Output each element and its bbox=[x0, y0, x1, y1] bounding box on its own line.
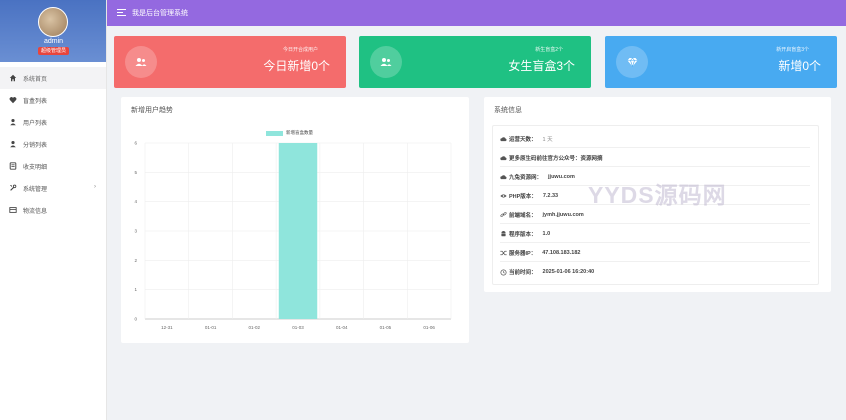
stat-value: 新增0个 bbox=[778, 59, 821, 73]
bar bbox=[278, 143, 318, 319]
sidebar-item-logistics[interactable]: 物流信息 bbox=[0, 199, 106, 221]
stat-subtitle: 今日开合成用户 bbox=[282, 47, 318, 53]
sidebar-item-home[interactable]: 系统首页 bbox=[0, 67, 106, 89]
sidebar-item-income-details[interactable]: 收支明细 bbox=[0, 155, 106, 177]
sidebar-item-label: 用户列表 bbox=[23, 120, 48, 127]
y-tick-label: 4 bbox=[134, 199, 137, 204]
sidebar-item-label: 分销列表 bbox=[23, 142, 48, 149]
sidebar-item-label: 物流信息 bbox=[23, 208, 48, 215]
x-tick-label: 12-31 bbox=[161, 325, 173, 330]
user-icon bbox=[9, 118, 17, 126]
role-badge: 超级管理员 bbox=[38, 47, 69, 55]
shuffle-icon bbox=[500, 249, 507, 256]
user-icon bbox=[9, 140, 17, 148]
android-icon bbox=[500, 230, 507, 237]
info-row-program-version: 程序版本： 1.0 bbox=[500, 225, 810, 243]
diamond-icon bbox=[616, 46, 648, 78]
chevron-right-icon: › bbox=[94, 184, 96, 190]
sidebar-item-system-management[interactable]: 系统管理 › bbox=[0, 177, 106, 199]
receipt-icon bbox=[9, 162, 17, 170]
cloud-icon bbox=[500, 173, 507, 180]
users-icon bbox=[125, 46, 157, 78]
y-tick-label: 6 bbox=[134, 141, 137, 146]
profile-area: admin 超级管理员 bbox=[0, 0, 106, 62]
y-tick-label: 0 bbox=[134, 317, 137, 322]
menu-toggle-icon[interactable] bbox=[117, 8, 126, 18]
link-icon bbox=[500, 211, 507, 218]
sidebar: admin 超级管理员 系统首页 盲盒列表 用户列表 分销列表 收支明细 系统管… bbox=[0, 0, 107, 420]
y-tick-label: 5 bbox=[134, 170, 137, 175]
cloud-icon bbox=[500, 154, 507, 161]
stat-card-girl-blindbox[interactable]: 新生盲盒2个 女生盲盒3个 bbox=[359, 36, 591, 88]
clock-icon bbox=[500, 268, 507, 276]
admin-name: admin bbox=[43, 38, 64, 45]
watermark: YYDS源码网 bbox=[588, 182, 727, 208]
x-tick-label: 01-03 bbox=[292, 325, 304, 330]
settings-icon bbox=[9, 184, 17, 192]
cloud-icon bbox=[500, 135, 507, 142]
system-info-title: 系统信息 bbox=[494, 107, 522, 114]
sidebar-item-label: 收支明细 bbox=[23, 164, 48, 171]
heart-icon bbox=[9, 96, 17, 104]
stat-subtitle: 新开启盲盒3个 bbox=[776, 47, 809, 53]
stat-card-opened-blindbox[interactable]: 新开启盲盒3个 新增0个 bbox=[605, 36, 837, 88]
stat-card-new-users[interactable]: 今日开合成用户 今日新增0个 bbox=[114, 36, 346, 88]
sidebar-item-label: 系统首页 bbox=[23, 76, 48, 83]
top-header: 我是后台管理系统 bbox=[107, 0, 846, 26]
stat-value: 女生盲盒3个 bbox=[508, 59, 575, 73]
info-row-operating-days: 运营天数： 1 天 bbox=[500, 130, 810, 148]
sidebar-item-distribution-list[interactable]: 分销列表 bbox=[0, 133, 106, 155]
sidebar-menu: 系统首页 盲盒列表 用户列表 分销列表 收支明细 系统管理 › 物流信息 bbox=[0, 67, 106, 221]
chart-panel: 新增用户趋势 新增盲盒数量 0 1 2 3 4 5 6 12-31 01-01 01-02 01-0… bbox=[121, 97, 469, 343]
info-row-official-account: 更多原生码前往官方公众号：资源网摘 bbox=[500, 149, 810, 167]
sidebar-item-blindbox-list[interactable]: 盲盒列表 bbox=[0, 89, 106, 111]
info-row-current-time: 当前时间： 2025-01-06 16:20:40 bbox=[500, 263, 810, 281]
sidebar-item-user-list[interactable]: 用户列表 bbox=[0, 111, 106, 133]
x-tick-label: 01-06 bbox=[423, 325, 435, 330]
y-tick-label: 1 bbox=[134, 287, 137, 292]
sidebar-item-label: 系统管理 bbox=[23, 186, 48, 193]
users-icon bbox=[370, 46, 402, 78]
home-icon bbox=[9, 74, 17, 82]
y-tick-label: 2 bbox=[134, 258, 137, 263]
eye-icon bbox=[500, 192, 507, 199]
x-tick-label: 01-04 bbox=[336, 325, 348, 330]
header-title: 我是后台管理系统 bbox=[132, 10, 188, 17]
bar-chart: 0 1 2 3 4 5 6 12-31 01-01 01-02 01-03 01-04 01-05 01-… bbox=[134, 141, 452, 330]
avatar[interactable] bbox=[38, 7, 68, 37]
info-row-server-ip: 服务器IP： 47.108.183.182 bbox=[500, 244, 810, 262]
y-tick-label: 3 bbox=[134, 229, 137, 234]
x-tick-label: 01-05 bbox=[380, 325, 392, 330]
x-tick-label: 01-01 bbox=[205, 325, 217, 330]
truck-icon bbox=[9, 206, 17, 214]
stat-subtitle: 新生盲盒2个 bbox=[535, 47, 563, 53]
sidebar-item-label: 盲盒列表 bbox=[23, 98, 48, 105]
x-tick-label: 01-02 bbox=[249, 325, 261, 330]
stat-value: 今日新增0个 bbox=[263, 59, 330, 73]
